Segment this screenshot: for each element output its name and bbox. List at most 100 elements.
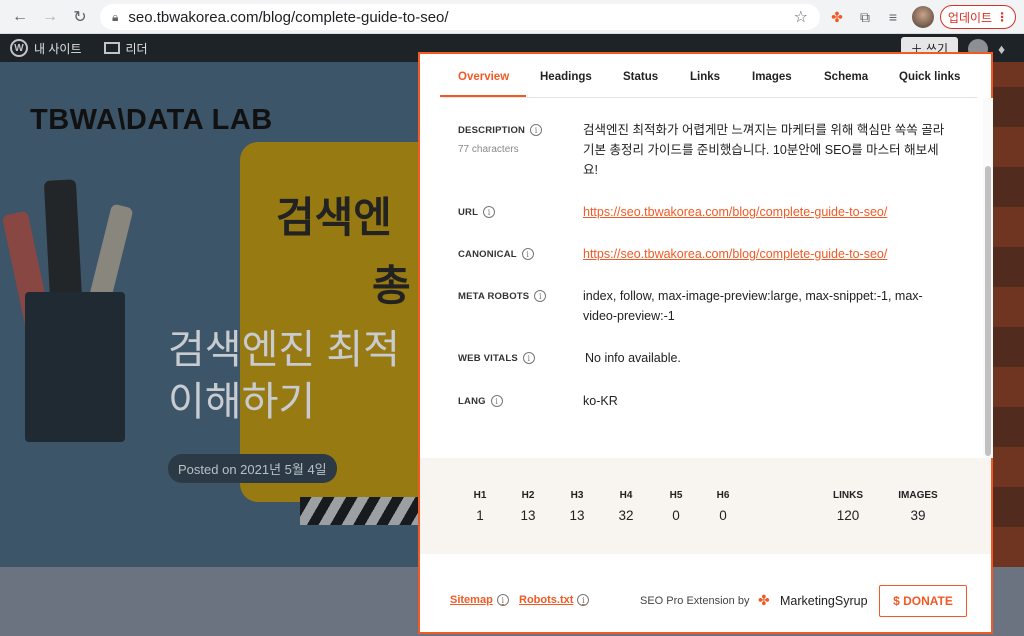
lang-label: LANG i: [458, 395, 503, 407]
stat-h2: H2 13: [508, 490, 548, 523]
stat-label: H5: [669, 490, 683, 501]
browser-toolbar: ← → ↻ 🔒︎ seo.tbwakorea.com/blog/complete…: [0, 0, 1024, 34]
post-title-line1: 검색엔진 최적: [168, 328, 400, 372]
info-icon[interactable]: i: [522, 352, 535, 364]
post-title: 검색엔진 최적 이해하기: [168, 324, 400, 428]
overview-content: DESCRIPTION i 77 characters 검색엔진 최적화가 어렵…: [420, 98, 983, 458]
menu-dots-icon: ⋮: [996, 10, 1009, 24]
canonical-label-text: CANONICAL: [458, 248, 517, 260]
tab-overview[interactable]: Overview: [458, 71, 509, 83]
description-label: DESCRIPTION i: [458, 124, 543, 136]
notification-bell-icon[interactable]: ♦: [998, 41, 1014, 57]
canonical-link[interactable]: https://seo.tbwakorea.com/blog/complete-…: [583, 244, 887, 264]
description-char-count: 77 characters: [458, 144, 519, 155]
robots-link[interactable]: Robots.txt i: [519, 594, 590, 606]
update-label: 업데이트: [947, 10, 993, 25]
brand-logo: TBWA\DATA LAB: [30, 104, 273, 136]
tab-images[interactable]: Images: [752, 71, 792, 83]
yellow-title-line2: 총: [372, 262, 411, 309]
panel-footer: Sitemap i Robots.txt i SEO Pro Extension…: [420, 554, 991, 632]
url-link[interactable]: https://seo.tbwakorea.com/blog/complete-…: [583, 202, 887, 222]
web-vitals-label-text: WEB VITALS: [458, 352, 518, 364]
info-icon[interactable]: i: [534, 290, 547, 302]
tab-quick-links[interactable]: Quick links: [899, 71, 960, 83]
stat-value: 1: [476, 508, 484, 523]
back-icon[interactable]: ←: [8, 5, 32, 29]
stat-label: IMAGES: [898, 490, 938, 501]
description-label-text: DESCRIPTION: [458, 124, 526, 136]
stat-label: LINKS: [833, 490, 863, 501]
stat-value: 13: [569, 508, 585, 523]
meta-robots-label: META ROBOTS i: [458, 290, 547, 302]
stat-links: LINKS 120: [828, 490, 868, 523]
info-icon[interactable]: i: [530, 124, 543, 136]
url-label-text: URL: [458, 206, 479, 218]
reader-link[interactable]: 리더: [103, 40, 148, 57]
reader-icon: [103, 42, 120, 54]
stat-label: H1: [473, 490, 487, 501]
reading-list-icon[interactable]: ≡: [882, 6, 904, 28]
update-button[interactable]: 업데이트 ⋮: [940, 5, 1016, 29]
my-site-label: 내 사이트: [34, 41, 82, 56]
stat-h1: H1 1: [460, 490, 500, 523]
powered-by-text: SEO Pro Extension by: [640, 595, 750, 607]
reader-label: 리더: [125, 41, 148, 56]
web-vitals-label: WEB VITALS i: [458, 352, 535, 364]
sitemap-label: Sitemap: [450, 594, 493, 606]
scrollbar-thumb[interactable]: [985, 166, 991, 456]
seo-extension-icon[interactable]: ✤: [826, 6, 848, 28]
marketingsyrup-name[interactable]: MarketingSyrup: [780, 594, 868, 608]
info-icon[interactable]: i: [521, 248, 534, 260]
stat-h6: H6 0: [703, 490, 743, 523]
info-icon[interactable]: i: [483, 206, 496, 218]
tab-links[interactable]: Links: [690, 71, 720, 83]
info-icon[interactable]: i: [496, 594, 509, 606]
yellow-title-line1: 검색엔: [276, 194, 392, 241]
meta-robots-label-text: META ROBOTS: [458, 290, 530, 302]
stat-label: H4: [619, 490, 633, 501]
stat-h3: H3 13: [557, 490, 597, 523]
post-date: Posted on 2021년 5월 4일: [168, 454, 337, 483]
headings-summary: H1 1 H2 13 H3 13 H4 32 H5 0 H6 0 LINKS 1…: [420, 458, 991, 554]
post-title-line2: 이해하기: [168, 380, 316, 424]
my-site-link[interactable]: W 내 사이트: [10, 39, 82, 57]
canonical-label: CANONICAL i: [458, 248, 534, 260]
forward-icon[interactable]: →: [38, 5, 62, 29]
seo-extension-panel: Overview Headings Status Links Images Sc…: [418, 52, 993, 634]
meta-robots-value: index, follow, max-image-preview:large, …: [583, 289, 923, 323]
reload-icon[interactable]: ↻: [68, 5, 92, 29]
web-vitals-value: No info available.: [585, 351, 681, 365]
active-tab-indicator: [440, 95, 526, 97]
stat-value: 39: [910, 508, 926, 523]
address-url: seo.tbwakorea.com/blog/complete-guide-to…: [128, 8, 449, 26]
description-value: 검색엔진 최적화가 어렵게만 느껴지는 마케터를 위해 핵심만 쏙쏙 골라 기본…: [583, 123, 945, 177]
marketingsyrup-logo-icon: ✤: [758, 592, 770, 608]
info-icon[interactable]: i: [490, 395, 503, 407]
stat-h5: H5 0: [656, 490, 696, 523]
stat-images: IMAGES 39: [892, 490, 944, 523]
stat-label: H6: [716, 490, 730, 501]
bookmark-star-icon[interactable]: ☆: [794, 7, 808, 27]
stat-value: 0: [672, 508, 680, 523]
lock-icon: 🔒︎: [112, 9, 119, 24]
stat-h4: H4 32: [606, 490, 646, 523]
robots-label: Robots.txt: [519, 594, 574, 606]
stat-value: 120: [836, 508, 860, 523]
tab-schema[interactable]: Schema: [824, 71, 868, 83]
stat-label: H2: [521, 490, 535, 501]
stat-value: 0: [719, 508, 727, 523]
address-bar[interactable]: 🔒︎ seo.tbwakorea.com/blog/complete-guide…: [100, 4, 820, 30]
tab-headings[interactable]: Headings: [540, 71, 592, 83]
stat-label: H3: [570, 490, 584, 501]
lang-value: ko-KR: [583, 394, 618, 408]
stat-value: 13: [520, 508, 536, 523]
sitemap-link[interactable]: Sitemap i: [450, 594, 509, 606]
lang-label-text: LANG: [458, 395, 486, 407]
wordpress-logo-icon: W: [10, 39, 28, 57]
donate-button[interactable]: $ DONATE: [879, 585, 967, 617]
puzzle-icon[interactable]: ⧉: [854, 6, 876, 28]
tab-status[interactable]: Status: [623, 71, 658, 83]
stat-value: 32: [618, 508, 634, 523]
info-icon[interactable]: i: [577, 594, 590, 606]
profile-avatar[interactable]: [912, 6, 934, 28]
